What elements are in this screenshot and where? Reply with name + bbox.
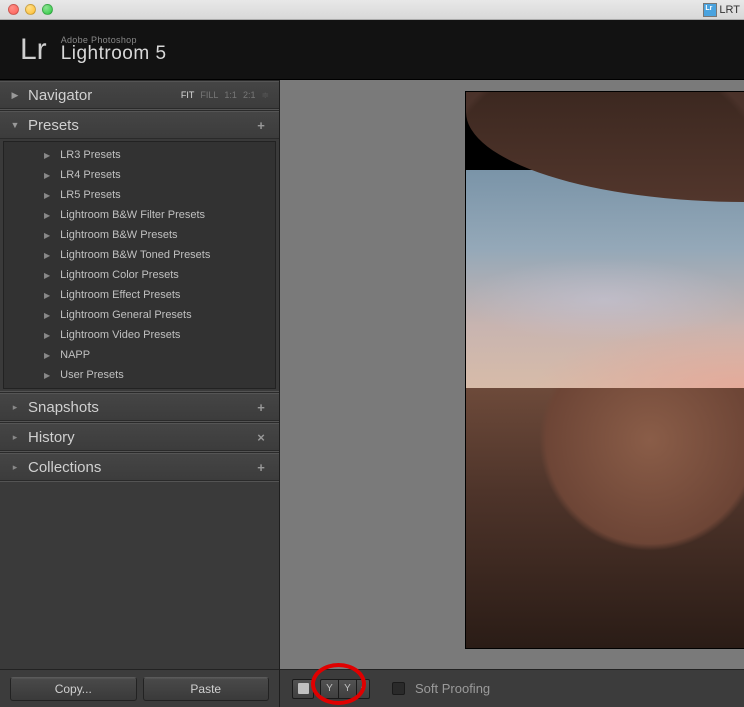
chevron-down-icon: ▼ — [10, 120, 20, 130]
preset-folder[interactable]: ▶Lightroom B&W Filter Presets — [4, 205, 275, 225]
app-header: Lr Adobe Photoshop Lightroom 5 — [0, 20, 744, 80]
zoom-1to1[interactable]: 1:1 — [224, 90, 237, 100]
history-section: History × — [0, 422, 279, 452]
app-root: Lr Adobe Photoshop Lightroom 5 ◀ ▶ Navig… — [0, 20, 744, 707]
collections-section: Collections + — [0, 452, 279, 482]
chevron-right-icon: ▶ — [44, 331, 50, 340]
before-after-menu-button[interactable]: ▾ — [356, 679, 370, 699]
snapshots-header[interactable]: Snapshots + — [0, 393, 279, 421]
chevron-right-icon: ▶ — [44, 191, 50, 200]
left-panel: ▶ Navigator FIT FILL 1:1 2:1 ≑ — [0, 80, 280, 707]
preset-folder[interactable]: ▶LR5 Presets — [4, 185, 275, 205]
chevron-right-icon: ▶ — [44, 251, 50, 260]
chevron-right-icon: ▶ — [44, 151, 50, 160]
chevron-right-icon: ▶ — [44, 171, 50, 180]
history-header[interactable]: History × — [0, 423, 279, 451]
presets-header[interactable]: ▼ Presets + — [0, 111, 279, 139]
zoom-stepper-icon[interactable]: ≑ — [261, 90, 269, 101]
chevron-right-icon: ▶ — [44, 231, 50, 240]
preset-folder[interactable]: ▶Lightroom Color Presets — [4, 265, 275, 285]
zoom-2to1[interactable]: 2:1 — [243, 90, 256, 100]
close-window-button[interactable] — [8, 4, 19, 15]
develop-toolbar: Y Y ▾ Soft Proofing — [280, 669, 744, 707]
preset-folder[interactable]: ▶NAPP — [4, 345, 275, 365]
zoom-fill[interactable]: FILL — [200, 90, 218, 100]
add-snapshot-button[interactable]: + — [253, 400, 269, 415]
add-preset-button[interactable]: + — [253, 118, 269, 133]
lrt-label: LRT — [719, 4, 740, 16]
soft-proofing-label: Soft Proofing — [415, 681, 490, 696]
chevron-right-icon: ▶ — [44, 211, 50, 220]
presets-title: Presets — [28, 117, 253, 134]
snapshots-section: Snapshots + — [0, 392, 279, 422]
chevron-right-icon: ▶ — [44, 271, 50, 280]
collapsed-indicator-icon — [10, 402, 20, 413]
chevron-right-icon: ▶ — [10, 90, 20, 101]
preset-folder[interactable]: ▶Lightroom B&W Presets — [4, 225, 275, 245]
loupe-view-button[interactable] — [292, 679, 314, 699]
navigator-title: Navigator — [28, 87, 181, 104]
before-after-right-button[interactable]: Y — [338, 679, 356, 699]
image-canvas[interactable] — [280, 80, 744, 669]
chevron-right-icon: ▶ — [44, 371, 50, 380]
minimize-window-button[interactable] — [25, 4, 36, 15]
preset-folder[interactable]: ▶Lightroom Effect Presets — [4, 285, 275, 305]
preset-folder[interactable]: ▶LR3 Presets — [4, 145, 275, 165]
content-area: Y Y ▾ Soft Proofing — [280, 80, 744, 707]
presets-section: ▼ Presets + ▶LR3 Presets ▶LR4 Presets ▶L… — [0, 110, 279, 392]
preset-folder[interactable]: ▶User Presets — [4, 365, 275, 385]
chevron-right-icon: ▶ — [44, 351, 50, 360]
logo-mark: Lr — [20, 33, 47, 67]
zoom-fit[interactable]: FIT — [181, 90, 195, 100]
snapshots-title: Snapshots — [28, 399, 253, 416]
navigator-header[interactable]: ▶ Navigator FIT FILL 1:1 2:1 ≑ — [0, 81, 279, 109]
history-title: History — [28, 429, 253, 446]
product-label: Lightroom 5 — [61, 43, 167, 65]
window-titlebar: LRT — [0, 0, 744, 20]
lrt-icon — [703, 3, 717, 17]
paste-button[interactable]: Paste — [143, 677, 270, 701]
presets-list: ▶LR3 Presets ▶LR4 Presets ▶LR5 Presets ▶… — [3, 141, 276, 389]
collapsed-indicator-icon — [10, 432, 20, 443]
chevron-right-icon: ▶ — [44, 291, 50, 300]
preset-folder[interactable]: ▶Lightroom General Presets — [4, 305, 275, 325]
clear-history-button[interactable]: × — [253, 430, 269, 445]
compare-view-group: Y Y ▾ — [320, 679, 370, 699]
zoom-window-button[interactable] — [42, 4, 53, 15]
soft-proofing-checkbox[interactable] — [392, 682, 405, 695]
chevron-right-icon: ▶ — [44, 311, 50, 320]
copy-button[interactable]: Copy... — [10, 677, 137, 701]
photo-preview[interactable] — [466, 92, 744, 648]
collections-title: Collections — [28, 459, 253, 476]
preset-folder[interactable]: ▶Lightroom B&W Toned Presets — [4, 245, 275, 265]
collapsed-indicator-icon — [10, 462, 20, 473]
preset-folder[interactable]: ▶Lightroom Video Presets — [4, 325, 275, 345]
before-after-left-button[interactable]: Y — [320, 679, 338, 699]
left-panel-footer: Copy... Paste — [0, 669, 279, 707]
collections-header[interactable]: Collections + — [0, 453, 279, 481]
titlebar-right-label: LRT — [703, 3, 740, 17]
preset-folder[interactable]: ▶LR4 Presets — [4, 165, 275, 185]
add-collection-button[interactable]: + — [253, 460, 269, 475]
navigator-section: ▶ Navigator FIT FILL 1:1 2:1 ≑ — [0, 80, 279, 110]
